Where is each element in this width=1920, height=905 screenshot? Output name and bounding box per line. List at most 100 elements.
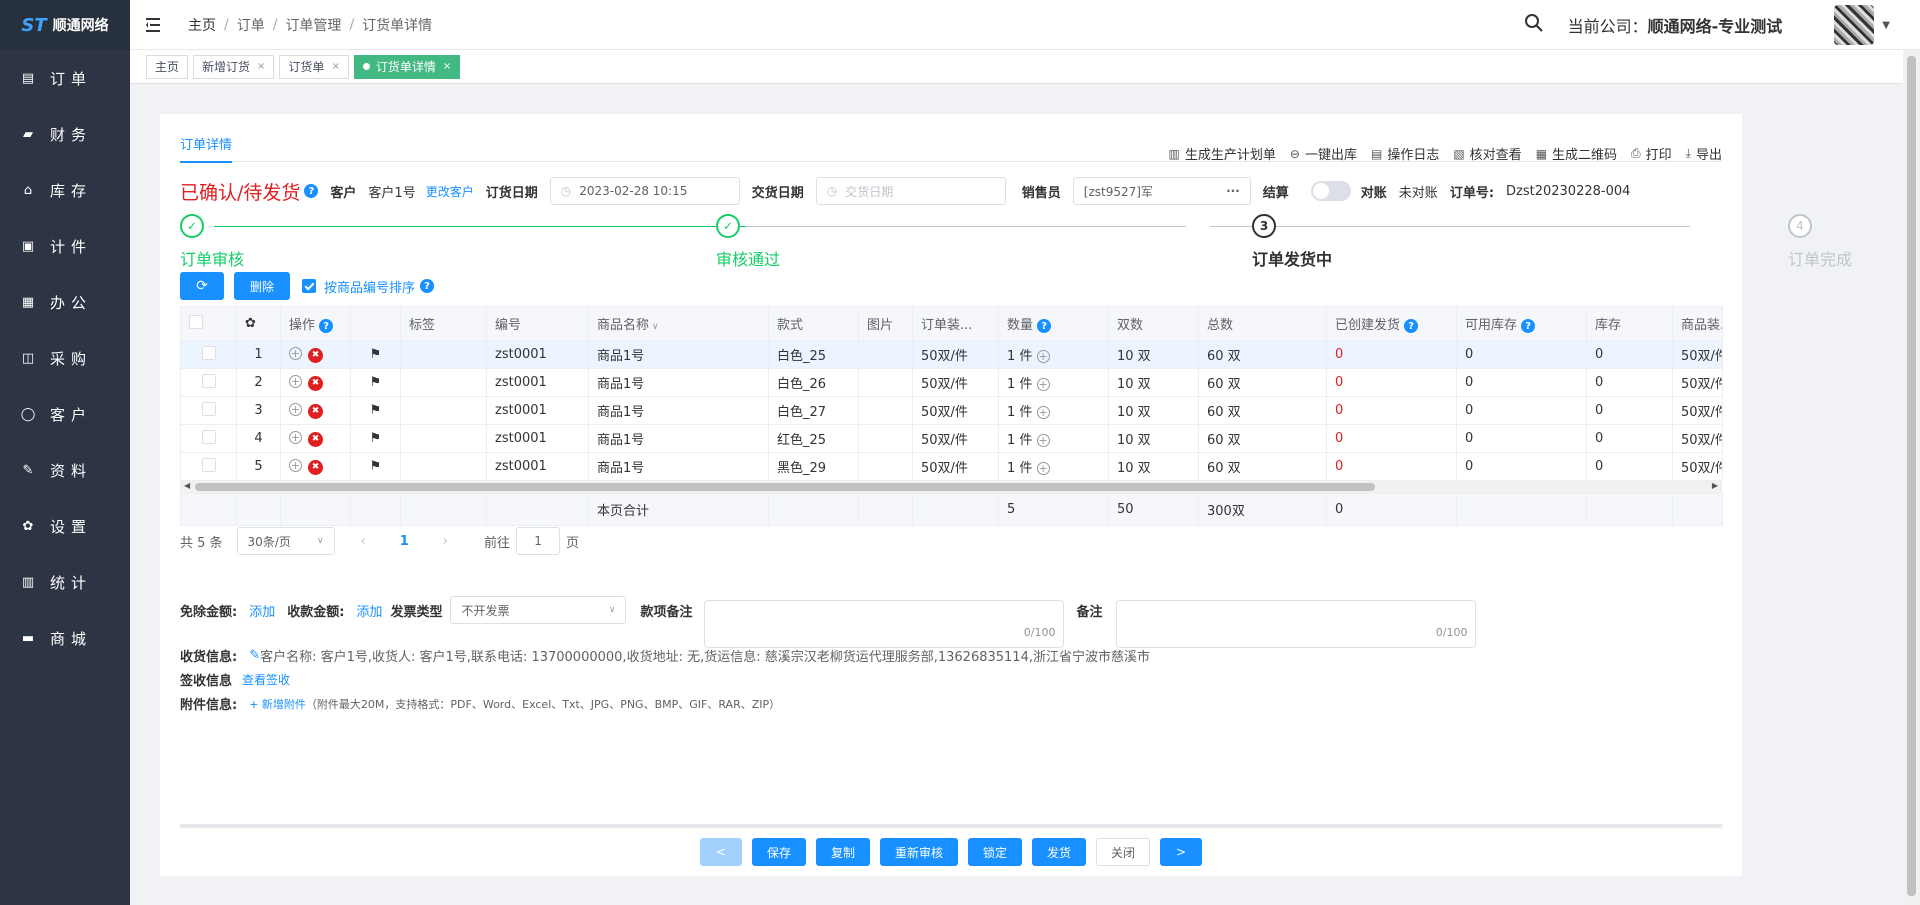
- chevron-down-icon[interactable]: ▼: [1882, 20, 1890, 31]
- next-page-icon[interactable]: ›: [443, 534, 448, 549]
- sidebar-item-7[interactable]: ✎ 资料: [0, 442, 130, 498]
- sidebar-item-6[interactable]: ◯ 客户: [0, 386, 130, 442]
- change-customer-link[interactable]: 更改客户: [426, 183, 474, 200]
- row-checkbox[interactable]: [201, 457, 216, 472]
- delivery-date-input[interactable]: ◷ 交货日期: [815, 177, 1006, 205]
- sidebar-item-5[interactable]: ◫ 采购: [0, 330, 130, 386]
- help-icon[interactable]: ?: [319, 319, 334, 334]
- flag-icon[interactable]: ⚑: [370, 375, 382, 390]
- delete-row-icon[interactable]: ✖: [308, 347, 323, 363]
- add-qty-icon[interactable]: +: [1036, 406, 1050, 419]
- add-attachment-link[interactable]: + 新增附件: [249, 696, 306, 712]
- add-qty-icon[interactable]: +: [1036, 462, 1050, 475]
- edit-icon[interactable]: ✎: [249, 648, 260, 663]
- close-button[interactable]: 关闭: [1096, 838, 1151, 866]
- sidebar-item-8[interactable]: ✿ 设置: [0, 498, 130, 554]
- add-qty-icon[interactable]: +: [1036, 434, 1050, 447]
- help-icon[interactable]: ?: [1037, 319, 1052, 334]
- cell-quantity[interactable]: 1 件 +: [998, 424, 1109, 453]
- flag-icon[interactable]: ⚑: [370, 347, 382, 362]
- view-sign-link[interactable]: 查看签收: [242, 671, 290, 688]
- more-icon[interactable]: ···: [1226, 184, 1240, 198]
- add-qty-icon[interactable]: +: [1036, 350, 1050, 363]
- salesman-select[interactable]: [zst9527]军 ···: [1072, 177, 1251, 205]
- sidebar-item-2[interactable]: ⌂ 库存: [0, 162, 130, 218]
- add-row-icon[interactable]: +: [289, 347, 302, 361]
- table-row[interactable]: 3 + ✖ ⚑ zst0001 商品1号 白色_27 50双/件 1 件 +10 双 60 双00…: [180, 396, 1723, 425]
- table-row[interactable]: 5 + ✖ ⚑ zst0001 商品1号 黑色_29 50双/件 1 件 +10 双 60 双00…: [180, 452, 1723, 481]
- order-date-input[interactable]: ◷ 2023-02-28 10:15: [549, 177, 740, 205]
- gear-icon[interactable]: ✿: [245, 316, 256, 331]
- table-row[interactable]: 2 + ✖ ⚑ zst0001 商品1号 白色_26 50双/件 1 件 +10 双 60 双00…: [180, 368, 1723, 397]
- sort-chevron-icon[interactable]: ∨: [649, 322, 659, 332]
- help-icon[interactable]: ?: [420, 279, 435, 293]
- add-row-icon[interactable]: +: [289, 403, 302, 417]
- add-row-icon[interactable]: +: [289, 431, 302, 445]
- cell-quantity[interactable]: 1 件 +: [998, 368, 1109, 397]
- page-tab-0[interactable]: 主页: [146, 54, 189, 79]
- sort-by-code-label[interactable]: 按商品编号排序: [324, 277, 415, 296]
- refresh-button[interactable]: ⟳: [180, 272, 224, 300]
- delete-row-icon[interactable]: ✖: [308, 403, 323, 419]
- breadcrumb-order-manage[interactable]: 订单管理: [285, 15, 341, 35]
- invoice-type-select[interactable]: 不开发票 ∨: [450, 596, 627, 624]
- prev-button[interactable]: <: [699, 838, 742, 866]
- row-checkbox[interactable]: [201, 429, 216, 444]
- menu-toggle-icon[interactable]: [146, 15, 166, 35]
- payment-note-textarea[interactable]: 0/100: [704, 600, 1065, 648]
- select-all-checkbox[interactable]: [189, 314, 203, 329]
- cell-quantity[interactable]: 1 件 +: [998, 340, 1109, 369]
- lock-button[interactable]: 锁定: [968, 838, 1023, 866]
- row-checkbox[interactable]: [201, 345, 216, 360]
- sidebar-item-3[interactable]: ▣ 计件: [0, 218, 130, 274]
- sidebar-item-1[interactable]: ▰ 财务: [0, 106, 130, 162]
- horizontal-scrollbar[interactable]: ◀ ▶: [180, 481, 1722, 493]
- row-checkbox[interactable]: [201, 373, 216, 388]
- vertical-scrollbar[interactable]: [1903, 50, 1920, 905]
- breadcrumb-order[interactable]: 订单: [237, 15, 265, 35]
- flag-icon[interactable]: ⚑: [370, 459, 382, 474]
- prev-page-icon[interactable]: ‹: [361, 534, 366, 549]
- save-button[interactable]: 保存: [751, 838, 806, 866]
- close-icon[interactable]: ×: [331, 61, 339, 72]
- close-icon[interactable]: ×: [257, 61, 265, 72]
- tool-5[interactable]: ⎙ 打印: [1631, 144, 1672, 163]
- help-icon[interactable]: ?: [1404, 319, 1419, 334]
- tool-4[interactable]: ▦ 生成二维码: [1536, 144, 1617, 164]
- add-row-icon[interactable]: +: [289, 375, 302, 389]
- tool-2[interactable]: ▤ 操作日志: [1371, 144, 1439, 164]
- tool-1[interactable]: ⊖ 一键出库: [1290, 144, 1357, 164]
- flag-icon[interactable]: ⚑: [370, 431, 382, 446]
- next-button[interactable]: >: [1160, 838, 1203, 866]
- close-icon[interactable]: ×: [443, 61, 451, 72]
- tab-order-detail[interactable]: 订单详情: [180, 134, 233, 163]
- avatar[interactable]: [1834, 5, 1875, 45]
- ship-button[interactable]: 发货: [1032, 838, 1087, 866]
- page-tab-3[interactable]: 订货单详情 ×: [353, 54, 461, 79]
- delete-button[interactable]: 删除: [234, 272, 290, 300]
- help-icon[interactable]: ?: [1521, 319, 1536, 334]
- col-product-name[interactable]: 商品名称 ∨: [588, 306, 769, 341]
- page-tab-2[interactable]: 订货单 ×: [279, 54, 349, 79]
- cell-quantity[interactable]: 1 件 +: [998, 452, 1109, 481]
- table-row[interactable]: 4 + ✖ ⚑ zst0001 商品1号 红色_25 50双/件 1 件 +10 双 60 双00…: [180, 424, 1723, 453]
- sidebar-item-9[interactable]: ▥ 统计: [0, 554, 130, 610]
- discount-add-link[interactable]: 添加: [249, 601, 275, 620]
- search-icon[interactable]: [1524, 13, 1544, 37]
- goto-page-input[interactable]: 1: [516, 527, 561, 555]
- reaudit-button[interactable]: 重新审核: [879, 838, 958, 866]
- page-size-select[interactable]: 30条/页 ∨: [236, 527, 335, 555]
- sidebar-item-10[interactable]: ▬ 商城: [0, 610, 130, 666]
- logo[interactable]: ST 顺通网络: [0, 0, 130, 50]
- receipt-add-link[interactable]: 添加: [356, 601, 382, 620]
- delete-row-icon[interactable]: ✖: [308, 375, 323, 391]
- sort-checkbox[interactable]: [302, 279, 316, 293]
- add-qty-icon[interactable]: +: [1036, 378, 1050, 391]
- help-icon[interactable]: ?: [304, 184, 319, 198]
- sidebar-item-0[interactable]: ▤ 订单: [0, 50, 130, 106]
- tool-6[interactable]: ⤓ 导出: [1686, 144, 1722, 163]
- breadcrumb-home[interactable]: 主页: [188, 15, 216, 35]
- settle-toggle[interactable]: [1310, 181, 1351, 201]
- tool-3[interactable]: ▧ 核对查看: [1453, 144, 1521, 164]
- cell-quantity[interactable]: 1 件 +: [998, 396, 1109, 425]
